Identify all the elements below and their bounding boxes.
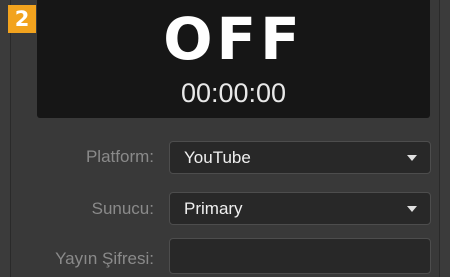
- stream-state-text: OFF: [163, 5, 304, 73]
- platform-select[interactable]: YouTube: [169, 141, 431, 174]
- platform-value: YouTube: [184, 148, 251, 167]
- stream-key-label: Yayın Şifresi:: [55, 249, 154, 268]
- stream-status-display: OFF 00:00:00: [37, 0, 430, 118]
- streaming-panel: 2 OFF 00:00:00 Platform: YouTube Sunucu:…: [0, 0, 450, 277]
- platform-label: Platform:: [85, 147, 154, 166]
- chevron-down-icon: [407, 155, 417, 161]
- step-badge: 2: [8, 5, 36, 33]
- server-select[interactable]: Primary: [169, 192, 431, 225]
- stream-key-field[interactable]: [169, 238, 431, 274]
- chevron-down-icon: [407, 206, 417, 212]
- stream-timer: 00:00:00: [180, 78, 287, 108]
- server-label: Sunucu:: [91, 199, 154, 218]
- server-value: Primary: [184, 199, 243, 218]
